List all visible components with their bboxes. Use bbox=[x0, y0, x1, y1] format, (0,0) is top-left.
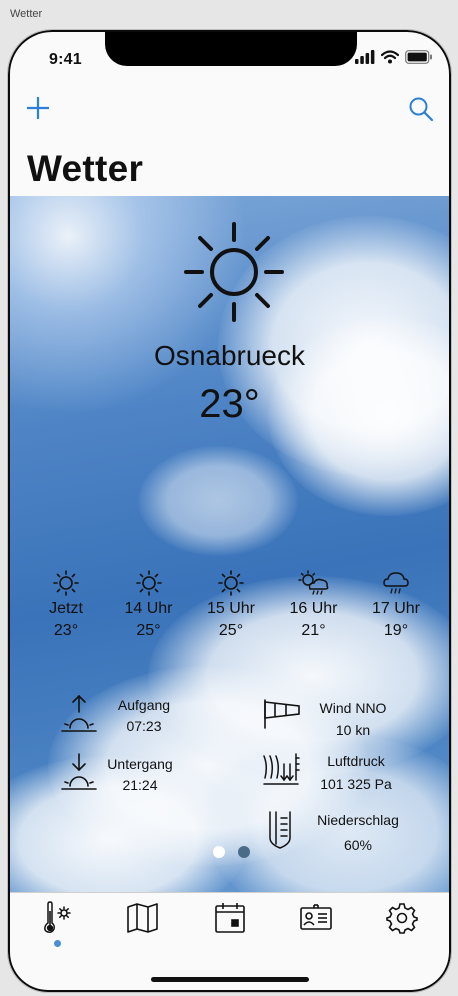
sun-icon bbox=[218, 570, 244, 596]
page-dot[interactable] bbox=[238, 846, 250, 858]
hourly-item: 16 Uhr 21° bbox=[273, 570, 355, 640]
hourly-temp: 23° bbox=[53, 622, 79, 639]
tab-bar bbox=[8, 892, 451, 992]
hourly-forecast: Jetzt 23° 14 Uhr 25° 15 Uhr 25° 16 Uhr 2… bbox=[25, 570, 437, 640]
hourly-temp: 21° bbox=[301, 622, 326, 639]
precipitation-label: Niederschlag bbox=[317, 812, 399, 828]
sunset-value: 21:24 bbox=[122, 777, 158, 793]
sun-icon bbox=[135, 570, 162, 596]
active-tab-indicator bbox=[54, 940, 61, 947]
hourly-temp: 25° bbox=[136, 622, 161, 639]
city-name: Osnabrueck bbox=[154, 340, 305, 371]
hourly-item: 14 Uhr 25° bbox=[108, 570, 190, 640]
sunrise-label: Aufgang bbox=[117, 697, 171, 713]
page-title: Wetter bbox=[27, 148, 144, 189]
hourly-time: Jetzt bbox=[49, 600, 83, 617]
window-title: Wetter bbox=[10, 8, 43, 20]
hourly-item: 17 Uhr 19° bbox=[355, 570, 437, 640]
hourly-temp: 25° bbox=[218, 622, 244, 639]
windsock-icon bbox=[264, 699, 300, 729]
sun-cloud-rain-icon bbox=[297, 570, 328, 595]
tab-map[interactable] bbox=[126, 901, 160, 935]
page-dot-active[interactable] bbox=[213, 846, 225, 858]
rain-gauge-icon bbox=[269, 811, 291, 849]
pressure-label: Luftdruck bbox=[327, 753, 385, 769]
precipitation-value: 60% bbox=[343, 837, 373, 853]
page-indicator[interactable] bbox=[213, 846, 250, 858]
hourly-temp: 19° bbox=[383, 622, 409, 639]
hourly-time: 14 Uhr bbox=[124, 600, 173, 617]
wifi-icon bbox=[381, 50, 399, 64]
sunrise-icon bbox=[61, 694, 97, 732]
sunrise-value: 07:23 bbox=[126, 718, 162, 734]
sunset-icon bbox=[61, 753, 97, 790]
hourly-item: Jetzt 23° bbox=[25, 570, 107, 640]
hourly-time: 17 Uhr bbox=[371, 600, 421, 617]
hourly-time: 16 Uhr bbox=[289, 600, 338, 617]
pressure-value: 101 325 Pa bbox=[320, 776, 392, 792]
wind-label: Wind NNO bbox=[319, 700, 387, 716]
battery-icon bbox=[405, 50, 432, 64]
hourly-time: 15 Uhr bbox=[206, 600, 256, 617]
status-icons bbox=[355, 50, 433, 64]
hourly-item: 15 Uhr 25° bbox=[190, 570, 272, 640]
current-weather-sun-icon bbox=[184, 222, 284, 322]
cellular-signal-icon bbox=[355, 50, 375, 64]
add-location-button[interactable] bbox=[26, 96, 50, 120]
cloud-rain-icon bbox=[383, 572, 409, 594]
status-time: 9:41 bbox=[49, 51, 82, 68]
search-button[interactable] bbox=[408, 96, 434, 122]
tab-settings[interactable] bbox=[385, 901, 419, 935]
home-indicator[interactable] bbox=[151, 977, 309, 982]
wind-value: 10 kn bbox=[335, 722, 371, 738]
tab-weather[interactable] bbox=[40, 901, 74, 935]
notch bbox=[105, 30, 357, 66]
phone-frame: 9:41 Wetter Osnabrueck 23° Jetzt 23° 14 … bbox=[8, 30, 451, 992]
tab-contact[interactable] bbox=[299, 901, 333, 935]
sun-icon bbox=[53, 570, 79, 596]
air-pressure-icon bbox=[263, 753, 300, 785]
sunset-label: Untergang bbox=[107, 756, 173, 772]
current-temperature: 23° bbox=[199, 382, 260, 426]
tab-calendar[interactable] bbox=[213, 901, 247, 935]
